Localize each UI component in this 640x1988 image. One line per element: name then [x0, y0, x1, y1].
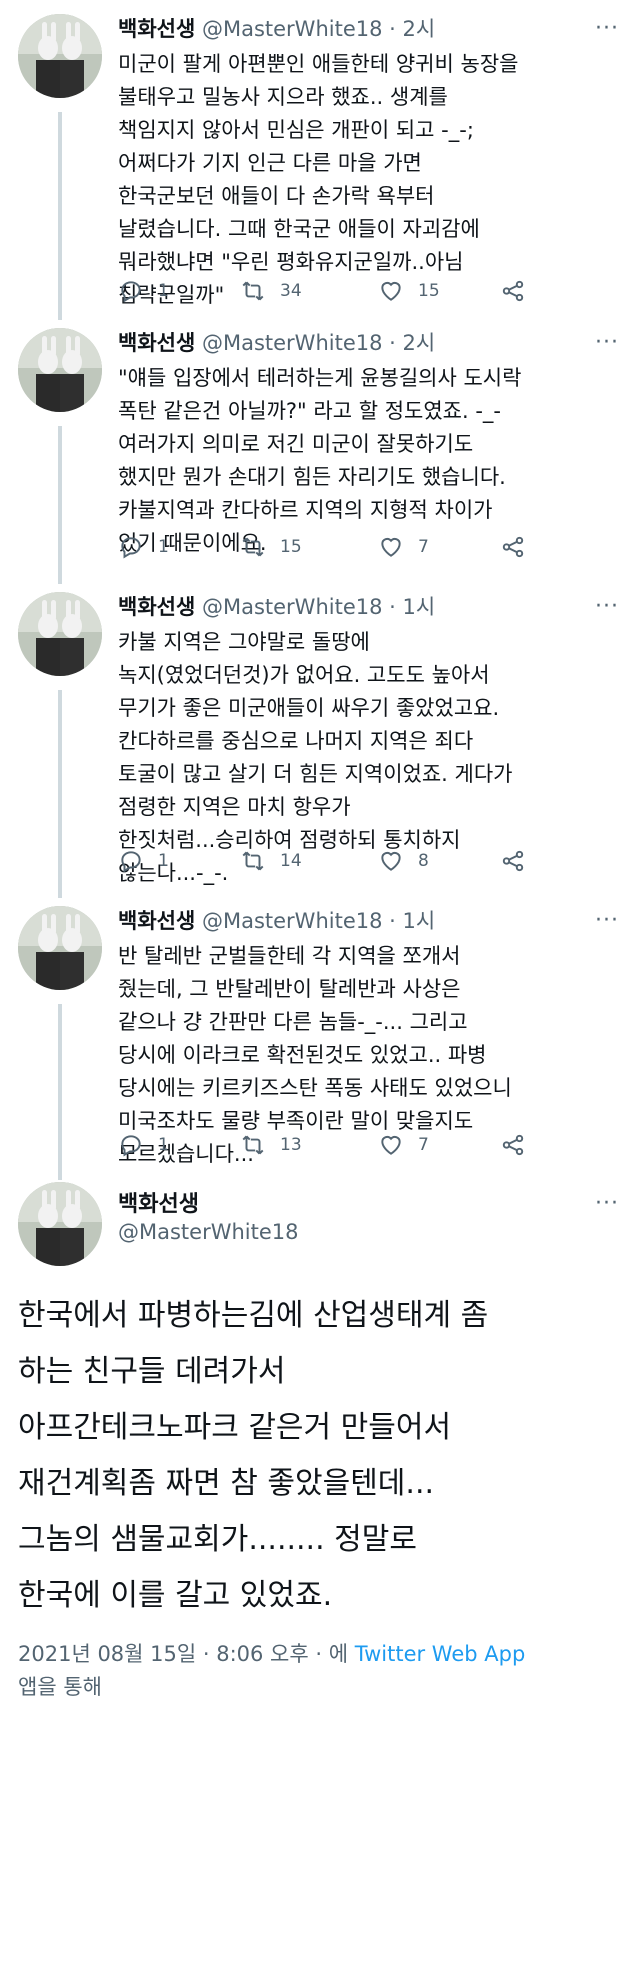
retweet-icon: [242, 1135, 264, 1155]
more-options-button[interactable]: ···: [594, 908, 620, 934]
tweet-actions: 1 13 7: [118, 1130, 538, 1160]
separator: ·: [389, 595, 396, 619]
reply-button[interactable]: 1: [118, 532, 169, 562]
author-name[interactable]: 백화선생: [118, 1186, 199, 1218]
tweet[interactable]: 백화선생 @MasterWhite18 · 1시 ··· 반 탈레반 군벌들한테…: [0, 906, 640, 1206]
source-suffix: 앱을 통해: [18, 1675, 102, 1699]
tweet-text: "얘들 입장에서 테러하는게 윤봉길의사 도시락 폭탄 같은건 아닐까?" 라고…: [118, 366, 522, 555]
reply-icon: [121, 851, 141, 873]
share-icon: [502, 850, 524, 872]
share-icon: [502, 536, 524, 558]
share-button[interactable]: [500, 846, 540, 876]
retweet-count: 15: [280, 537, 302, 557]
like-button[interactable]: 7: [378, 1130, 429, 1160]
tweet-header: 백화선생 @MasterWhite18 · 2시 ···: [118, 328, 620, 358]
author-name[interactable]: 백화선생: [118, 909, 195, 933]
separator: ·: [389, 17, 396, 41]
share-button[interactable]: [500, 1130, 540, 1160]
share-icon: [502, 280, 524, 302]
like-button[interactable]: 7: [378, 532, 429, 562]
author-name[interactable]: 백화선생: [118, 331, 195, 355]
avatar[interactable]: [18, 1182, 102, 1266]
tweet-actions: 1 15 7: [118, 532, 538, 562]
author-handle[interactable]: @MasterWhite18: [202, 595, 383, 619]
reply-count: 1: [158, 1135, 169, 1155]
tweet[interactable]: 백화선생 @MasterWhite18 · 2시 ··· "얘들 입장에서 테러…: [0, 328, 640, 598]
tweet-text: 한국에서 파병하는김에 산업생태계 좀 하는 친구들 데려가서 아프간테크노파크…: [18, 1298, 489, 1613]
retweet-count: 14: [280, 851, 302, 871]
reply-button[interactable]: 1: [118, 846, 169, 876]
reply-icon: [121, 537, 141, 559]
more-options-button[interactable]: ···: [594, 1190, 620, 1216]
retweet-count: 34: [280, 281, 302, 301]
retweet-icon: [242, 281, 264, 301]
more-options-button[interactable]: ···: [594, 594, 620, 620]
heart-icon: [381, 537, 401, 557]
separator: ·: [389, 331, 396, 355]
author-handle[interactable]: @MasterWhite18: [118, 1220, 299, 1244]
author-handle[interactable]: @MasterWhite18: [202, 331, 383, 355]
heart-icon: [381, 1135, 401, 1155]
reply-button[interactable]: 1: [118, 276, 169, 306]
main-tweet: 백화선생 @MasterWhite18 ··· 한국에서 파병하는김에 산업생태…: [0, 1178, 640, 1988]
tweet-actions: 1 14 8: [118, 846, 538, 876]
retweet-button[interactable]: 13: [240, 1130, 302, 1160]
reply-count: 1: [158, 537, 169, 557]
avatar[interactable]: [18, 906, 102, 990]
timestamp[interactable]: 2시: [403, 17, 436, 41]
author-name[interactable]: 백화선생: [118, 17, 195, 41]
tweet-header: 백화선생 @MasterWhite18 · 1시 ···: [118, 592, 620, 622]
retweet-icon: [242, 537, 264, 557]
retweet-icon: [242, 851, 264, 871]
tweet[interactable]: 백화선생 @MasterWhite18 · 1시 ··· 카불 지역은 그야말로…: [0, 592, 640, 922]
avatar[interactable]: [18, 14, 102, 98]
retweet-button[interactable]: 15: [240, 532, 302, 562]
more-options-button[interactable]: ···: [594, 16, 620, 42]
avatar[interactable]: [18, 328, 102, 412]
share-button[interactable]: [500, 276, 540, 306]
separator: ·: [389, 909, 396, 933]
reply-count: 1: [158, 281, 169, 301]
timestamp[interactable]: 1시: [403, 909, 436, 933]
like-button[interactable]: 8: [378, 846, 429, 876]
share-button[interactable]: [500, 532, 540, 562]
reply-icon: [121, 1135, 141, 1157]
reply-button[interactable]: 1: [118, 1130, 169, 1160]
timestamp[interactable]: 2시: [403, 331, 436, 355]
retweet-count: 13: [280, 1135, 302, 1155]
more-options-button[interactable]: ···: [594, 330, 620, 356]
like-count: 8: [418, 851, 429, 871]
retweet-button[interactable]: 34: [240, 276, 302, 306]
like-count: 7: [418, 1135, 429, 1155]
author-name[interactable]: 백화선생: [118, 595, 195, 619]
reply-count: 1: [158, 851, 169, 871]
tweet-header: 백화선생 @MasterWhite18 · 2시 ···: [118, 14, 620, 44]
like-count: 15: [418, 281, 440, 301]
timestamp[interactable]: 1시: [403, 595, 436, 619]
post-date[interactable]: 2021년 08월 15일 · 8:06 오후 · 에: [18, 1642, 348, 1666]
heart-icon: [381, 851, 401, 871]
like-button[interactable]: 15: [378, 276, 440, 306]
tweet-text: 미군이 팔게 아편뿐인 애들한테 양귀비 농장을 불태우고 밀농사 지으라 했죠…: [118, 52, 519, 307]
tweet-thread: 백화선생 @MasterWhite18 · 2시 ··· 미군이 팔게 아편뿐인…: [0, 0, 640, 1988]
tweet-meta: 2021년 08월 15일 · 8:06 오후 · 에 Twitter Web …: [18, 1638, 626, 1704]
heart-icon: [381, 281, 401, 301]
like-count: 7: [418, 537, 429, 557]
author-handle[interactable]: @MasterWhite18: [202, 909, 383, 933]
share-icon: [502, 1134, 524, 1156]
avatar[interactable]: [18, 592, 102, 676]
tweet-header: 백화선생 @MasterWhite18 · 1시 ···: [118, 906, 620, 936]
retweet-button[interactable]: 14: [240, 846, 302, 876]
reply-icon: [121, 281, 141, 303]
tweet-actions: 1 34 15: [118, 276, 538, 306]
source-app-link[interactable]: Twitter Web App: [355, 1642, 526, 1666]
author-handle[interactable]: @MasterWhite18: [202, 17, 383, 41]
